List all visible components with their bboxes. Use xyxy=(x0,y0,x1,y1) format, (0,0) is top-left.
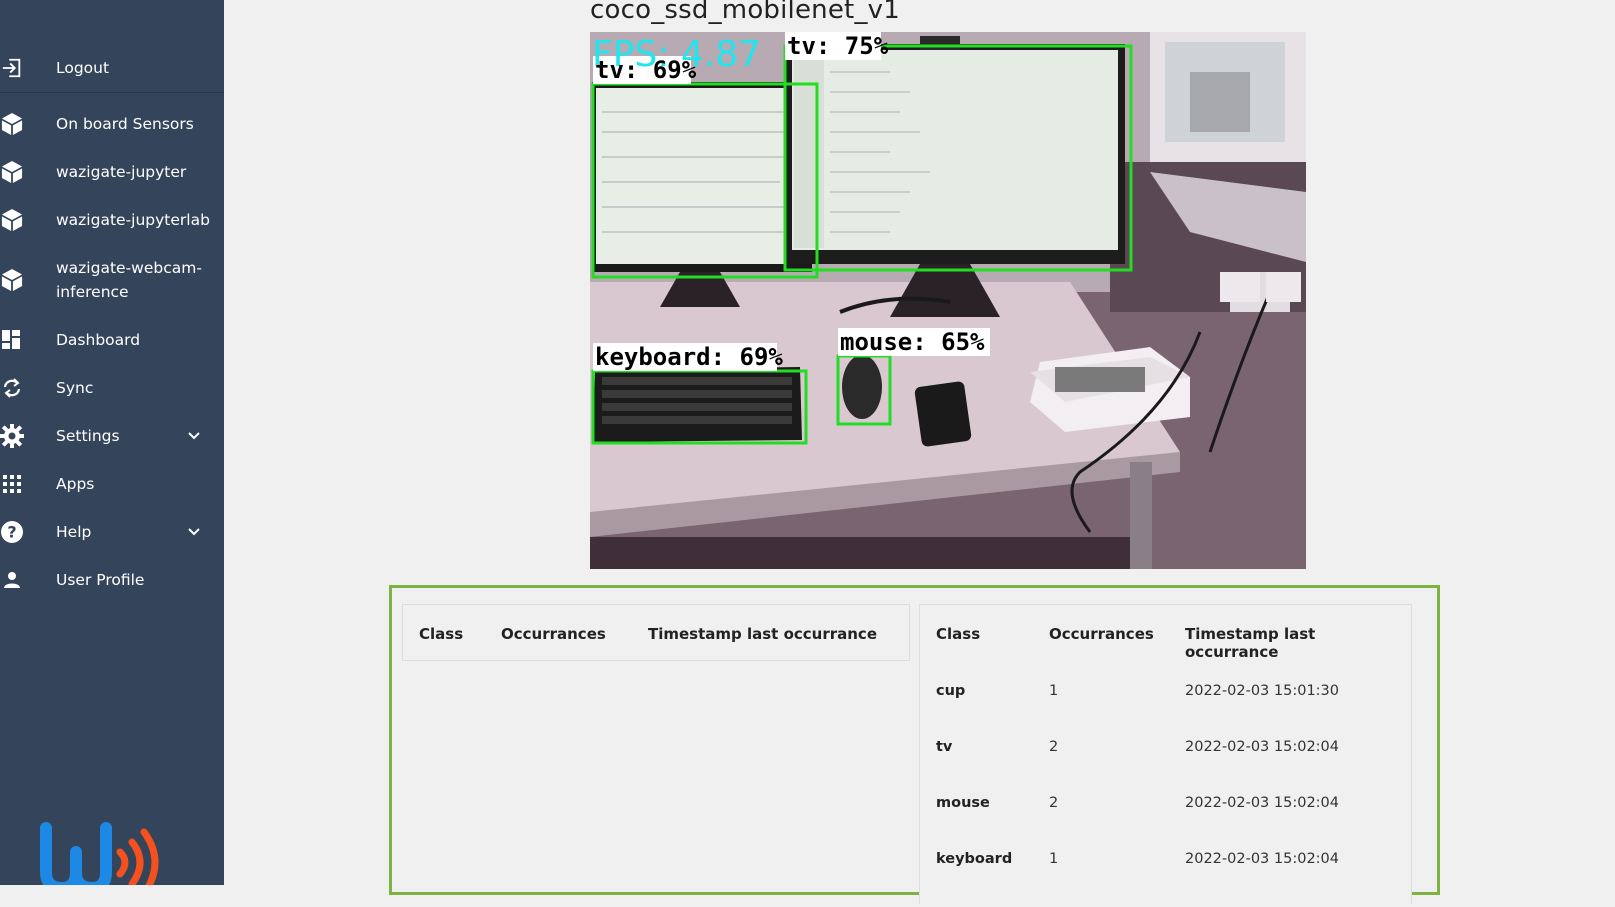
column-header-occurrances: Occurrances xyxy=(501,625,606,643)
cube-icon xyxy=(0,208,24,232)
chevron-down-icon xyxy=(186,524,202,540)
table-row: cup 1 2022-02-03 15:01:30 xyxy=(920,683,1411,739)
sidebar-item-label: Apps xyxy=(56,475,95,493)
sidebar: Logout On board Sensors wazigate-jupyter… xyxy=(0,0,224,885)
column-header-occurrances: Occurrances xyxy=(1049,625,1154,643)
sidebar-item-wazigate-jupyter[interactable]: wazigate-jupyter xyxy=(0,160,224,184)
detection-label-mouse: mouse: 65% xyxy=(840,328,985,356)
logout-icon xyxy=(0,56,24,80)
sidebar-item-user-profile[interactable]: User Profile xyxy=(0,568,224,592)
sidebar-item-wazigate-jupyterlab[interactable]: wazigate-jupyterlab xyxy=(0,208,224,232)
cell-class: tv xyxy=(936,739,953,755)
sidebar-item-label: On board Sensors xyxy=(56,115,194,133)
gear-icon xyxy=(0,424,24,448)
detection-label-tv-2: tv: 75% xyxy=(787,32,889,60)
dashboard-icon xyxy=(0,328,24,352)
sidebar-item-label: Dashboard xyxy=(56,331,141,349)
cell-occurrances: 2 xyxy=(1049,739,1059,755)
table-row: keyboard 1 2022-02-03 15:02:04 xyxy=(920,851,1411,907)
sidebar-item-label: Sync xyxy=(56,379,94,397)
sidebar-item-label: wazigate-jupyter xyxy=(56,163,187,181)
cube-icon xyxy=(0,112,24,136)
sidebar-item-settings[interactable]: Settings xyxy=(0,424,224,448)
model-title: coco_ssd_mobilenet_v1 xyxy=(590,0,900,25)
sidebar-divider xyxy=(0,92,224,93)
cell-occurrances: 1 xyxy=(1049,683,1059,699)
detection-label-tv-1: tv: 69% xyxy=(595,56,697,84)
detections-table-right: Class Occurrances Timestamp last occurra… xyxy=(919,604,1412,904)
sidebar-item-help[interactable]: ? Help xyxy=(0,520,224,544)
sidebar-item-wazigate-webcam-inference[interactable]: wazigate-webcam- inference xyxy=(0,256,224,304)
column-header-timestamp: Timestamp last occurrance xyxy=(1185,625,1316,661)
cell-timestamp: 2022-02-03 15:01:30 xyxy=(1185,683,1339,699)
sidebar-item-label: Help xyxy=(56,523,92,541)
sidebar-item-label: wazigate-webcam- xyxy=(56,259,202,277)
cube-icon xyxy=(0,160,24,184)
webcam-inference-image: FPS: 4.87 tv: 69% tv: 75% keyboard: 69% … xyxy=(590,32,1306,569)
detection-label-keyboard: keyboard: 69% xyxy=(595,343,783,371)
apps-grid-icon xyxy=(0,472,24,496)
wazigate-logo xyxy=(40,822,170,885)
help-icon: ? xyxy=(0,520,24,544)
user-icon xyxy=(0,568,24,592)
column-header-class: Class xyxy=(936,625,981,643)
table-row: tv 2 2022-02-03 15:02:04 xyxy=(920,739,1411,795)
table-row: mouse 2 2022-02-03 15:02:04 xyxy=(920,795,1411,851)
svg-text:?: ? xyxy=(7,523,16,542)
detection-stats-panel: Class Occurrances Timestamp last occurra… xyxy=(389,585,1440,904)
sidebar-item-apps[interactable]: Apps xyxy=(0,472,224,496)
chevron-down-icon xyxy=(186,428,202,444)
sidebar-item-sync[interactable]: Sync xyxy=(0,376,224,400)
cell-occurrances: 1 xyxy=(1049,851,1059,867)
sidebar-item-logout[interactable]: Logout xyxy=(0,56,224,80)
sidebar-item-label: Logout xyxy=(56,59,110,77)
cell-class: keyboard xyxy=(936,851,1013,867)
sidebar-item-dashboard[interactable]: Dashboard xyxy=(0,328,224,352)
cell-class: cup xyxy=(936,683,966,699)
cell-timestamp: 2022-02-03 15:02:04 xyxy=(1185,795,1339,811)
sidebar-item-label: Settings xyxy=(56,427,120,445)
cell-class: mouse xyxy=(936,795,990,811)
cell-occurrances: 2 xyxy=(1049,795,1059,811)
cell-timestamp: 2022-02-03 15:02:04 xyxy=(1185,739,1339,755)
sync-icon xyxy=(0,376,24,400)
sidebar-item-label: User Profile xyxy=(56,571,145,589)
sidebar-item-label-line2: inference xyxy=(56,283,129,301)
detections-table-left: Class Occurrances Timestamp last occurra… xyxy=(402,604,910,661)
sidebar-item-label: wazigate-jupyterlab xyxy=(56,211,210,229)
cell-timestamp: 2022-02-03 15:02:04 xyxy=(1185,851,1339,867)
sidebar-item-on-board-sensors[interactable]: On board Sensors xyxy=(0,112,224,136)
column-header-timestamp: Timestamp last occurrance xyxy=(648,625,877,643)
cube-icon xyxy=(0,268,24,292)
column-header-class: Class xyxy=(419,625,464,643)
main-content: coco_ssd_mobilenet_v1 FPS: 4.87 tv: 69% … xyxy=(224,0,1615,904)
